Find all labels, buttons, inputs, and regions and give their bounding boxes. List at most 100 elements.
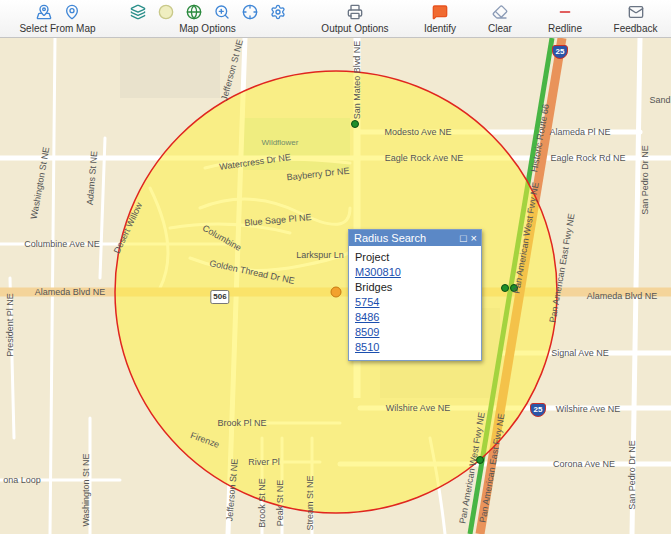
street-label: Firenze <box>189 430 221 450</box>
map-canvas[interactable] <box>0 38 671 534</box>
street-label: Alameda Blvd NE <box>587 291 658 301</box>
route-shield: 506 <box>210 290 229 304</box>
bridge-point[interactable] <box>477 457 484 464</box>
street-label: Desert Willow <box>112 201 144 255</box>
street-label: Corona Ave NE <box>553 459 615 469</box>
bridge-point[interactable] <box>502 285 509 292</box>
toolbar-group[interactable]: Map Options <box>115 0 300 37</box>
toolbar-icons <box>36 3 80 20</box>
map[interactable]: Wildflower Jefferson St NE San Mateo Blvd … <box>0 38 671 534</box>
red-line-icon[interactable] <box>557 4 573 20</box>
street-label: Columbine Ave NE <box>24 239 99 249</box>
street-label: Alameda Pl NE <box>549 127 610 137</box>
street-label: Watercress Dr NE <box>219 152 292 172</box>
result-link[interactable]: 5754 <box>355 295 475 310</box>
street-label: Jefferson St NE <box>224 458 239 522</box>
street-label: Brook Pl NE <box>217 418 266 428</box>
street-label: Larkspur Ln <box>296 250 344 260</box>
toolbar-icons <box>347 3 363 20</box>
street-label: Historic Route 66 <box>529 103 551 173</box>
map-pin-icon[interactable] <box>64 4 80 20</box>
toolbar-group[interactable]: Clear <box>470 0 530 37</box>
toolbar-label: Output Options <box>321 23 388 35</box>
crosshair-icon[interactable] <box>242 4 258 20</box>
basemap-circle-icon[interactable] <box>158 4 174 20</box>
toolbar-label: Clear <box>488 23 512 35</box>
street-label: Stream St NE <box>305 475 315 530</box>
street-label: San Pedro Dr NE <box>627 440 637 510</box>
street-label: Pan American East Fwy NE <box>477 413 506 524</box>
street-label: Sand <box>649 95 670 105</box>
street-label: Wilshire Ave NE <box>386 403 450 413</box>
layers-icon[interactable] <box>130 4 146 20</box>
eraser-icon[interactable] <box>492 4 508 20</box>
street-label: Columbine <box>201 223 243 253</box>
toolbar-group[interactable]: Feedback <box>600 0 671 37</box>
street-label: Wilshire Ave NE <box>556 404 620 414</box>
park-label: Wildflower <box>262 138 299 148</box>
toolbar-group[interactable]: Redline <box>530 0 600 37</box>
result-link[interactable]: M300810 <box>355 265 475 280</box>
popup-body: ProjectM300810Bridges5754848685098510 <box>349 246 481 360</box>
search-radius <box>115 71 557 513</box>
globe-icon[interactable] <box>186 4 202 20</box>
street-label: Eagle Rock Ave NE <box>385 153 463 163</box>
toolbar-icons <box>628 3 644 20</box>
app: Select From Map Map Options Output Options… <box>0 0 671 534</box>
bridge-point[interactable] <box>352 121 359 128</box>
street-label: Pan American West Fwy NE <box>511 182 540 295</box>
street-label: ona Loop <box>3 475 41 485</box>
toolbar-icons <box>432 3 448 20</box>
chat-bubble-icon[interactable] <box>432 4 448 20</box>
section-heading: Bridges <box>355 280 475 295</box>
popup-header[interactable]: Radius Search□× <box>349 230 481 246</box>
toolbar-label: Redline <box>548 23 582 35</box>
street-label: President Pl NE <box>5 293 15 357</box>
street-label: Alameda Blvd NE <box>35 287 106 297</box>
toolbar-group[interactable]: Output Options <box>300 0 410 37</box>
toolbar-icons <box>130 3 286 20</box>
toolbar-label: Feedback <box>614 23 658 35</box>
popup-controls: □× <box>460 232 477 244</box>
street-label: River Pl <box>248 457 280 467</box>
street-label: Eagle Rock Rd NE <box>550 153 625 163</box>
result-link[interactable]: 8509 <box>355 325 475 340</box>
toolbar-icons <box>492 3 508 20</box>
street-label: Blue Sage Pl NE <box>244 212 312 228</box>
zoom-icon[interactable] <box>214 4 230 20</box>
toolbar-group[interactable]: Select From Map <box>0 0 115 37</box>
popup-title: Radius Search <box>354 232 426 244</box>
radius-search-popup: Radius Search□×ProjectM300810Bridges5754… <box>348 229 482 361</box>
toolbar-label: Select From Map <box>19 23 95 35</box>
section-heading: Project <box>355 250 475 265</box>
map-pin-globe-icon[interactable] <box>36 4 52 20</box>
street-label: Washington St NE <box>29 146 52 220</box>
popup-control-button[interactable]: × <box>471 232 477 244</box>
gear-icon[interactable] <box>270 4 286 20</box>
street-label: San Mateo Blvd NE <box>352 41 362 120</box>
result-link[interactable]: 8510 <box>355 340 475 355</box>
street-label: Peak St NE <box>275 480 285 527</box>
envelope-icon[interactable] <box>628 4 644 20</box>
street-label: Jefferson St NE <box>219 38 245 101</box>
street-label: Pan American West Fwy NE <box>457 412 486 525</box>
street-label: Bayberry Dr NE <box>286 166 350 183</box>
street-label: Pan American East Fwy NE <box>547 213 576 324</box>
toolbar-label: Map Options <box>179 23 236 35</box>
street-label: Modesto Ave NE <box>385 127 452 137</box>
street-label: Signal Ave NE <box>551 348 608 358</box>
bridge-point[interactable] <box>511 285 518 292</box>
toolbar-icons <box>557 3 573 20</box>
street-label: Golden Thread Dr NE <box>208 258 295 286</box>
street-label: Washington St NE <box>81 453 91 526</box>
street-label: San Pedro Dr NE <box>640 145 650 215</box>
popup-control-button[interactable]: □ <box>460 232 467 244</box>
toolbar: Select From Map Map Options Output Options… <box>0 0 671 38</box>
street-label: Brook St NE <box>257 478 267 528</box>
street-label: Adams St NE <box>85 151 100 206</box>
toolbar-label: Identify <box>424 23 456 35</box>
search-center-marker[interactable] <box>331 287 341 297</box>
printer-icon[interactable] <box>347 4 363 20</box>
toolbar-group[interactable]: Identify <box>410 0 470 37</box>
result-link[interactable]: 8486 <box>355 310 475 325</box>
